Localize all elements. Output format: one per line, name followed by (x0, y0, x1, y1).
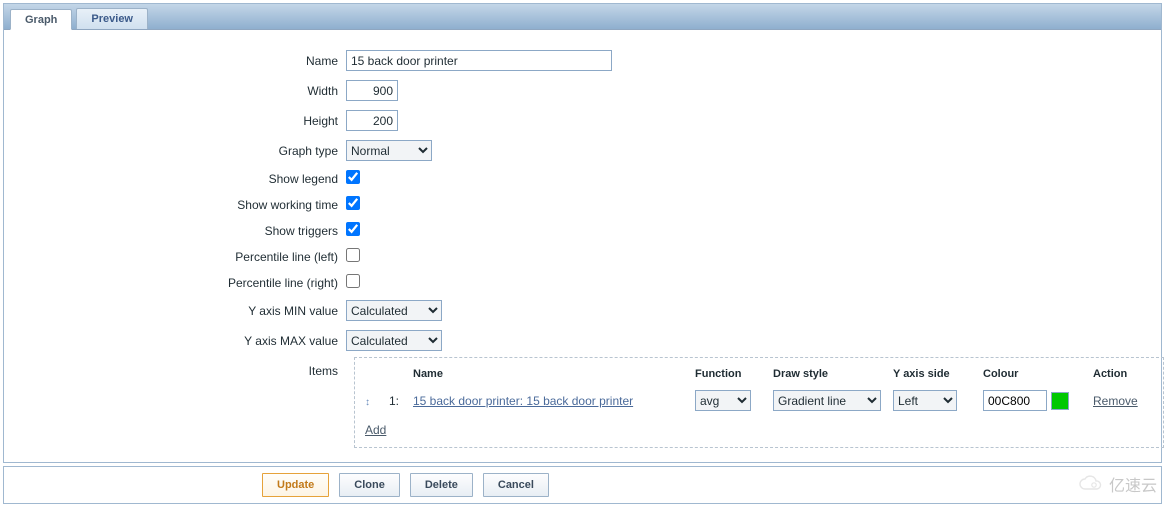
label-percentile-left: Percentile line (left) (14, 250, 346, 264)
col-yside: Y axis side (893, 366, 983, 388)
cancel-button[interactable]: Cancel (483, 473, 549, 497)
items-table: Name Function Draw style Y axis side Col… (365, 366, 1153, 415)
label-percentile-right: Percentile line (right) (14, 276, 346, 290)
col-name: Name (413, 366, 695, 388)
y-axis-side-select[interactable]: Left (893, 390, 957, 411)
colour-swatch[interactable] (1051, 392, 1069, 410)
col-function: Function (695, 366, 773, 388)
col-colour: Colour (983, 366, 1093, 388)
label-width: Width (14, 84, 346, 98)
function-select[interactable]: avg (695, 390, 751, 411)
tab-preview[interactable]: Preview (76, 8, 148, 29)
height-input[interactable] (346, 110, 398, 131)
y-max-select[interactable]: Calculated (346, 330, 442, 351)
name-input[interactable] (346, 50, 612, 71)
items-box: Name Function Draw style Y axis side Col… (354, 357, 1164, 448)
label-y-max: Y axis MAX value (14, 334, 346, 348)
row-index: 1: (389, 388, 413, 415)
label-show-legend: Show legend (14, 172, 346, 186)
delete-button[interactable]: Delete (410, 473, 473, 497)
graph-type-select[interactable]: Normal (346, 140, 432, 161)
table-row: ↕ 1: 15 back door printer: 15 back door … (365, 388, 1153, 415)
label-show-working-time: Show working time (14, 198, 346, 212)
label-name: Name (14, 54, 346, 68)
update-button[interactable]: Update (262, 473, 329, 497)
label-show-triggers: Show triggers (14, 224, 346, 238)
label-y-min: Y axis MIN value (14, 304, 346, 318)
tab-graph[interactable]: Graph (10, 9, 72, 30)
show-legend-checkbox[interactable] (346, 170, 360, 184)
percentile-left-checkbox[interactable] (346, 248, 360, 262)
label-graph-type: Graph type (14, 144, 346, 158)
add-link[interactable]: Add (365, 423, 386, 437)
form-area: Name Width Height Graph type Normal Show… (4, 30, 1161, 462)
col-draw: Draw style (773, 366, 893, 388)
show-triggers-checkbox[interactable] (346, 222, 360, 236)
col-action: Action (1093, 366, 1153, 388)
colour-input[interactable] (983, 390, 1047, 411)
remove-link[interactable]: Remove (1093, 394, 1138, 408)
width-input[interactable] (346, 80, 398, 101)
label-items: Items (14, 360, 346, 378)
sort-handle-icon[interactable]: ↕ (365, 397, 370, 408)
percentile-right-checkbox[interactable] (346, 274, 360, 288)
y-min-select[interactable]: Calculated (346, 300, 442, 321)
draw-style-select[interactable]: Gradient line (773, 390, 881, 411)
tabs: Graph Preview (4, 4, 1161, 30)
label-height: Height (14, 114, 346, 128)
item-link[interactable]: 15 back door printer: 15 back door print… (413, 394, 633, 408)
clone-button[interactable]: Clone (339, 473, 400, 497)
show-working-time-checkbox[interactable] (346, 196, 360, 210)
button-bar: Update Clone Delete Cancel (3, 466, 1162, 504)
form-panel: Graph Preview Name Width Height Graph ty… (3, 3, 1162, 463)
